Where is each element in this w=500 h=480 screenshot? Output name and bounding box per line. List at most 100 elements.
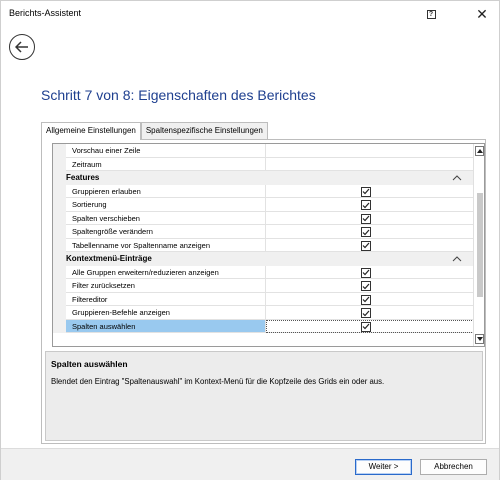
property-checkbox[interactable]	[361, 213, 371, 224]
collapse-button[interactable]	[450, 171, 464, 185]
row-gutter	[53, 184, 66, 198]
property-value[interactable]	[266, 212, 474, 225]
scroll-down-button[interactable]	[475, 334, 484, 344]
report-wizard-window: Berichts-Assistent ? ✕ Schritt 7 von 8: …	[0, 0, 500, 480]
row-gutter	[53, 144, 66, 158]
back-button[interactable]	[9, 34, 35, 60]
property-checkbox[interactable]	[361, 308, 371, 318]
property-row[interactable]: Sortierung	[53, 198, 474, 212]
property-name: Zeitraum	[66, 157, 266, 171]
row-gutter	[53, 225, 66, 239]
property-row[interactable]: Vorschau einer Zeile	[53, 144, 474, 158]
window-title: Berichts-Assistent	[9, 8, 82, 18]
chevron-down-icon	[476, 337, 483, 341]
property-name: Alle Gruppen erweitern/reduzieren anzeig…	[66, 265, 266, 279]
property-name: Gruppieren-Befehle anzeigen	[66, 306, 266, 320]
property-checkbox[interactable]	[361, 186, 371, 197]
row-gutter	[53, 198, 66, 212]
page-title: Schritt 7 von 8: Eigenschaften des Beric…	[41, 87, 316, 103]
property-checkbox[interactable]	[361, 294, 371, 305]
property-checkbox[interactable]	[361, 227, 371, 237]
property-checkbox[interactable]	[361, 267, 371, 278]
description-title: Spalten auswählen	[51, 359, 128, 369]
row-gutter	[53, 319, 66, 333]
checkmark-icon	[362, 283, 370, 289]
property-name: Filter zurücksetzen	[66, 279, 266, 293]
property-checkbox[interactable]	[361, 281, 371, 291]
scroll-thumb[interactable]	[477, 192, 483, 298]
property-name: Filtereditor	[66, 292, 266, 306]
property-row[interactable]: Filtereditor	[53, 292, 474, 306]
property-value[interactable]	[266, 279, 474, 293]
row-gutter	[53, 265, 66, 279]
property-row[interactable]: Filter zurücksetzen	[53, 279, 474, 293]
cancel-button[interactable]: Abbrechen	[420, 459, 487, 475]
property-value[interactable]	[266, 185, 474, 198]
description-panel: Spalten auswählen Blendet den Eintrag "S…	[45, 351, 483, 441]
checkmark-icon	[362, 242, 370, 249]
scroll-track[interactable]	[475, 158, 484, 332]
property-name: Spalten auswählen	[66, 319, 266, 333]
property-row[interactable]: Gruppieren erlauben	[53, 184, 474, 198]
back-arrow-icon	[15, 41, 28, 53]
category-row[interactable]: Kontextmenü-Einträge	[53, 252, 474, 266]
checkmark-icon	[362, 310, 370, 316]
collapse-chevron-icon	[452, 175, 462, 181]
property-row[interactable]: Gruppieren-Befehle anzeigen	[53, 306, 474, 320]
property-grid: Vorschau einer Zeile Zeitraum Features Grup…	[52, 143, 485, 347]
button-bar: Weiter > Abbrechen	[1, 448, 499, 480]
checkmark-icon	[362, 296, 370, 303]
property-value[interactable]	[266, 239, 474, 252]
property-value[interactable]	[266, 225, 474, 239]
property-row[interactable]: Zeitraum	[53, 157, 474, 171]
row-gutter	[53, 306, 66, 320]
row-gutter	[53, 279, 66, 293]
property-name: Spalten verschieben	[66, 211, 266, 225]
checkmark-icon	[362, 269, 370, 276]
tab-bar: Allgemeine Einstellungen Spaltenspezifisc…	[41, 122, 268, 140]
property-value[interactable]	[266, 306, 474, 320]
property-row[interactable]: Alle Gruppen erweitern/reduzieren anzeig…	[53, 265, 474, 279]
next-button[interactable]: Weiter >	[355, 459, 412, 475]
category-label: Features	[66, 173, 100, 182]
close-button[interactable]: ✕	[471, 4, 493, 24]
category-label: Kontextmenü-Einträge	[66, 254, 152, 263]
collapse-button[interactable]	[450, 252, 464, 266]
description-text: Blendet den Eintrag "Spaltenauswahl" im …	[51, 377, 385, 386]
property-row[interactable]: Spaltengröße verändern	[53, 225, 474, 239]
property-row[interactable]: Spalten auswählen	[53, 319, 474, 333]
category-row[interactable]: Features	[53, 171, 474, 185]
property-value[interactable]	[266, 158, 474, 171]
checkmark-icon	[362, 323, 370, 330]
property-name: Tabellenname vor Spaltenname anzeigen	[66, 238, 266, 252]
property-name: Spaltengröße verändern	[66, 225, 266, 239]
checkmark-icon	[362, 188, 370, 195]
property-value[interactable]	[266, 293, 474, 306]
property-checkbox[interactable]	[361, 200, 371, 210]
help-icon: ?	[426, 9, 436, 19]
tab-general-settings[interactable]: Allgemeine Einstellungen	[41, 122, 141, 140]
help-button[interactable]: ?	[421, 6, 441, 22]
scroll-up-button[interactable]	[475, 146, 484, 156]
property-value[interactable]	[266, 144, 474, 158]
property-name: Sortierung	[66, 198, 266, 212]
tab-column-settings[interactable]: Spaltenspezifische Einstellungen	[140, 122, 268, 139]
tab-panel: Vorschau einer Zeile Zeitraum Features Grup…	[41, 139, 486, 444]
vertical-scrollbar[interactable]	[473, 144, 484, 346]
checkmark-icon	[362, 202, 370, 208]
property-name: Gruppieren erlauben	[66, 184, 266, 198]
title-bar: Berichts-Assistent ? ✕	[1, 1, 499, 27]
property-checkbox[interactable]	[361, 240, 371, 251]
row-gutter	[53, 211, 66, 225]
property-value[interactable]	[266, 198, 474, 212]
row-gutter	[53, 157, 66, 171]
checkmark-icon	[362, 215, 370, 222]
checkmark-icon	[362, 229, 370, 235]
property-row[interactable]: Tabellenname vor Spaltenname anzeigen	[53, 238, 474, 252]
property-value[interactable]	[266, 319, 474, 333]
property-rows: Vorschau einer Zeile Zeitraum Features Grup…	[53, 144, 474, 333]
property-value[interactable]	[266, 266, 474, 279]
collapse-chevron-icon	[452, 256, 462, 262]
property-row[interactable]: Spalten verschieben	[53, 211, 474, 225]
property-checkbox[interactable]	[361, 321, 371, 332]
